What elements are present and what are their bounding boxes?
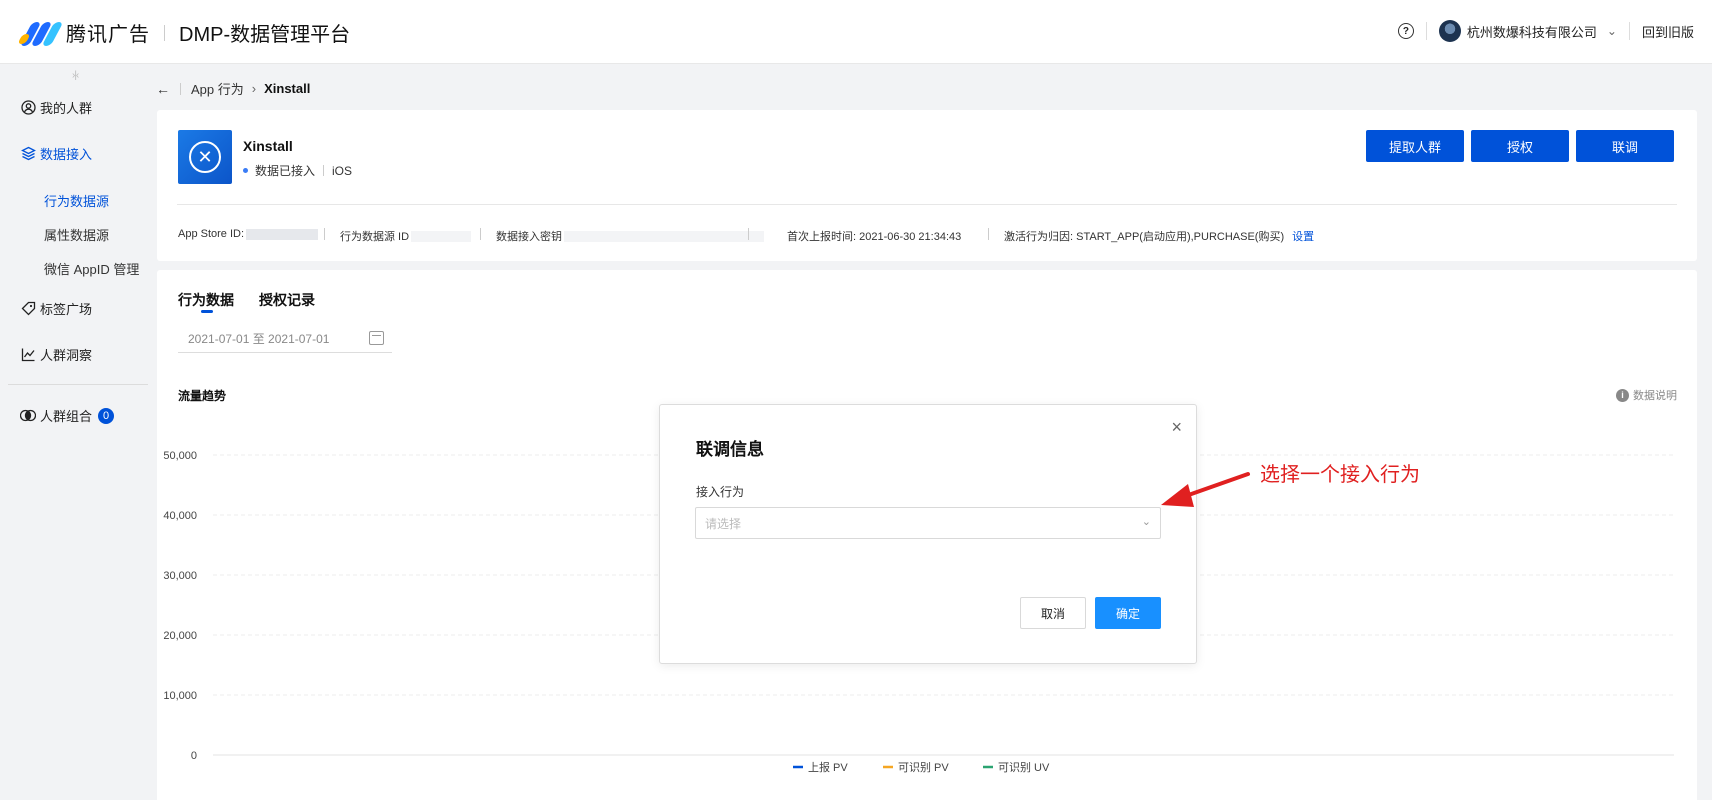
annotation-text: 选择一个接入行为 (1260, 464, 1420, 486)
annotation-arrow (1161, 472, 1250, 507)
